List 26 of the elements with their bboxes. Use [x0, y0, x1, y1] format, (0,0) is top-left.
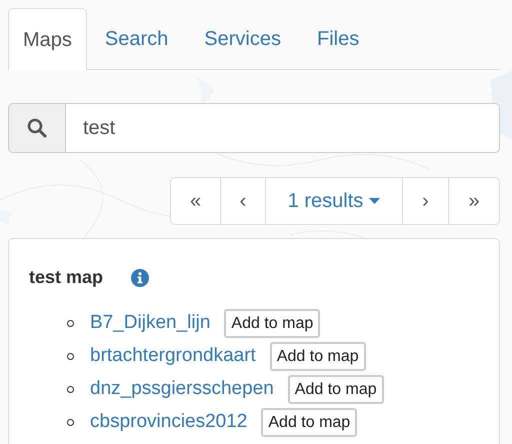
last-page-button[interactable]: »	[449, 178, 499, 224]
search-field[interactable]: test	[66, 103, 500, 153]
previous-page-button[interactable]: ‹	[221, 178, 266, 224]
add-to-map-button[interactable]: Add to map	[224, 309, 320, 338]
tab[interactable]: Maps	[8, 8, 87, 71]
add-to-map-button[interactable]: Add to map	[270, 342, 366, 371]
tab[interactable]: Search	[86, 8, 186, 70]
caret-icon	[369, 198, 380, 204]
map-title: test map	[29, 266, 104, 289]
info-icon	[131, 268, 150, 286]
bullet-icon	[67, 320, 74, 327]
layer-link[interactable]: cbsprovincies2012	[90, 408, 248, 437]
tab[interactable]: Services	[186, 8, 299, 70]
bullet-icon	[67, 353, 74, 360]
bullet-icon	[67, 386, 74, 393]
bullet-icon	[67, 419, 74, 426]
add-to-map-button[interactable]: Add to map	[288, 375, 384, 404]
tab[interactable]: Files	[298, 8, 378, 70]
layer-link[interactable]: brtachtergrondkaart	[90, 342, 256, 371]
first-page-button[interactable]: «	[171, 178, 221, 224]
results-dropdown[interactable]: 1 results	[266, 178, 403, 224]
next-page-button[interactable]: ›	[403, 178, 449, 224]
search-icon	[27, 118, 47, 138]
add-to-map-button[interactable]: Add to map	[261, 408, 358, 437]
layer-link[interactable]: dnz_pssgiersschepen	[90, 375, 274, 404]
layer-link[interactable]: B7_Dijken_lijn	[90, 309, 210, 338]
